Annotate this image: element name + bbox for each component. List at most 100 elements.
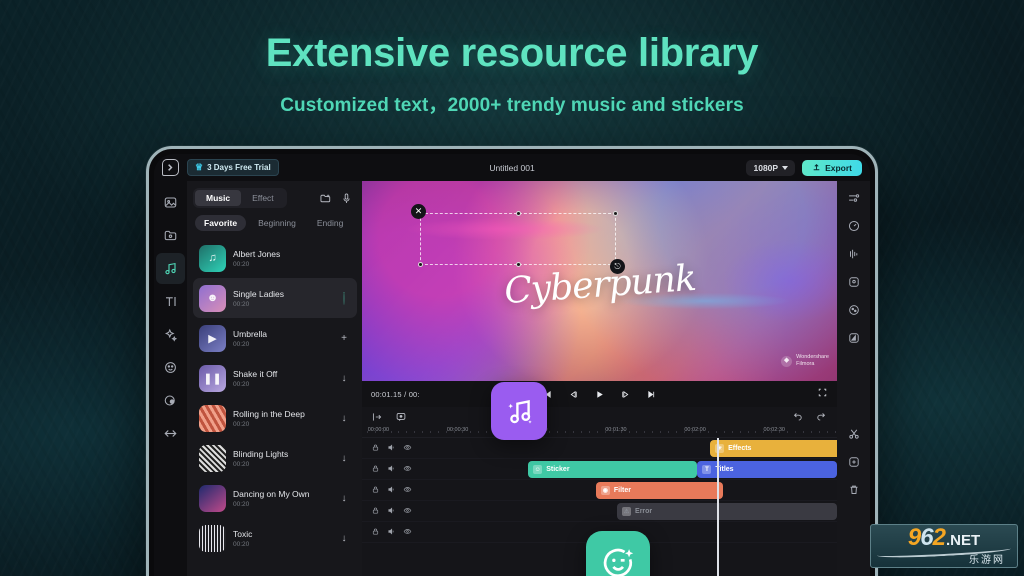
- timeline-clip[interactable]: ☀Effects: [710, 440, 837, 457]
- download-icon[interactable]: ↓: [337, 533, 351, 544]
- music-track-list[interactable]: ♫Albert Jones00:20☻Single Ladies00:20▶Um…: [187, 236, 362, 576]
- sidebar-item-media[interactable]: [156, 187, 185, 218]
- close-icon[interactable]: ✕: [411, 204, 426, 219]
- track-lane[interactable]: ⚠Error: [414, 501, 837, 521]
- video-preview[interactable]: Cyberpunk ✕ ⎋ ◆ Wondershare Filmora: [362, 181, 837, 381]
- lock-icon[interactable]: [371, 523, 380, 541]
- track-thumb-glyph: ☻: [207, 292, 219, 304]
- tool-adjust[interactable]: [843, 189, 865, 207]
- tool-mask[interactable]: [843, 329, 865, 347]
- download-icon[interactable]: ↓: [337, 373, 351, 384]
- lock-icon[interactable]: [371, 460, 380, 478]
- chip-beginning[interactable]: Beginning: [249, 215, 305, 231]
- play-icon[interactable]: [594, 389, 605, 400]
- eye-icon[interactable]: [403, 439, 412, 457]
- undo-icon[interactable]: [791, 411, 803, 423]
- timeline-clip[interactable]: ◉Filter: [596, 482, 723, 499]
- music-badge[interactable]: [491, 382, 547, 440]
- timeline-track-row[interactable]: ⚠Error: [362, 501, 837, 522]
- timeline-ruler[interactable]: 00:00:0000:00:3000:01:0000:01:3000:02:00…: [362, 426, 837, 438]
- sidebar-item-audio[interactable]: [156, 253, 185, 284]
- tool-speed[interactable]: [843, 217, 865, 235]
- timeline-clip[interactable]: ☺Sticker: [528, 461, 697, 478]
- handle-bottom-middle[interactable]: [516, 262, 521, 267]
- sidebar-item-split-screen[interactable]: [156, 418, 185, 449]
- ruler-tick-mark: [621, 431, 622, 433]
- mute-icon[interactable]: [387, 481, 396, 499]
- sticker-badge[interactable]: [586, 531, 650, 576]
- lock-icon[interactable]: [371, 502, 380, 520]
- chip-ending[interactable]: Ending: [308, 215, 352, 231]
- arrow-exchange-icon: [163, 426, 178, 441]
- tool-audio-mix[interactable]: [843, 245, 865, 263]
- handle-top-middle[interactable]: [516, 211, 521, 216]
- timeline-track-row[interactable]: ◉Filter: [362, 480, 837, 501]
- list-item[interactable]: Rolling in the Deep00:20↓: [193, 398, 357, 438]
- ruler-tick-mark: [819, 431, 820, 433]
- eye-icon[interactable]: [403, 502, 412, 520]
- record-icon[interactable]: [395, 411, 407, 423]
- download-icon[interactable]: ↓: [337, 493, 351, 504]
- clip-label: Effects: [728, 445, 751, 452]
- handle-bottom-left[interactable]: [418, 262, 423, 267]
- eye-icon[interactable]: [403, 460, 412, 478]
- rotate-handle-icon[interactable]: ⎋: [610, 259, 625, 274]
- lock-icon[interactable]: [371, 481, 380, 499]
- resolution-selector[interactable]: 1080P: [746, 160, 795, 176]
- sidebar-item-transitions[interactable]: [156, 385, 185, 416]
- tab-music[interactable]: Music: [195, 190, 241, 206]
- fullscreen-button[interactable]: [817, 385, 828, 403]
- home-icon[interactable]: [162, 159, 179, 176]
- export-button[interactable]: Export: [802, 160, 862, 176]
- sidebar-item-effects[interactable]: [156, 319, 185, 350]
- step-back-icon[interactable]: [568, 389, 579, 400]
- list-item[interactable]: ♫Albert Jones00:20: [193, 238, 357, 278]
- tool-crop[interactable]: [843, 273, 865, 291]
- timeline-track-row[interactable]: ☺StickerTTitles: [362, 459, 837, 480]
- track-lane[interactable]: ◉Filter: [414, 480, 837, 500]
- list-item[interactable]: Toxic00:20↓: [193, 518, 357, 558]
- track-lane[interactable]: ☀Effects: [414, 438, 837, 458]
- step-forward-icon[interactable]: [620, 389, 631, 400]
- tool-color[interactable]: [843, 301, 865, 319]
- mute-icon[interactable]: [387, 502, 396, 520]
- microphone-icon[interactable]: [340, 192, 353, 205]
- mute-icon[interactable]: [387, 460, 396, 478]
- timeline-clip[interactable]: ⚠Error: [617, 503, 837, 520]
- list-item[interactable]: ☻Single Ladies00:20: [193, 278, 357, 318]
- sidebar-item-titles[interactable]: [156, 286, 185, 317]
- list-item[interactable]: ❚❚Shake it Off00:20↓: [193, 358, 357, 398]
- redo-icon[interactable]: [816, 411, 828, 423]
- tool-add-clip[interactable]: [843, 453, 865, 471]
- tool-cut[interactable]: [843, 425, 865, 443]
- loading-spinner-icon[interactable]: [337, 293, 351, 304]
- list-item[interactable]: Dancing on My Own00:20↓: [193, 478, 357, 518]
- download-icon[interactable]: ↓: [337, 413, 351, 424]
- mute-icon[interactable]: [387, 523, 396, 541]
- track-lane[interactable]: ☺StickerTTitles: [414, 459, 837, 479]
- handle-top-right[interactable]: [613, 211, 618, 216]
- sidebar-item-folder[interactable]: [156, 220, 185, 251]
- free-trial-badge[interactable]: ♕ 3 Days Free Trial: [187, 159, 279, 176]
- ruler-tick-mark: [398, 431, 399, 433]
- text-selection-box[interactable]: ✕ ⎋: [420, 213, 616, 265]
- import-media-icon[interactable]: [371, 411, 383, 423]
- list-item[interactable]: Blinding Lights00:20↓: [193, 438, 357, 478]
- list-item[interactable]: ▶Umbrella00:20+: [193, 318, 357, 358]
- mute-icon[interactable]: [387, 439, 396, 457]
- tab-effect[interactable]: Effect: [241, 190, 285, 206]
- download-icon[interactable]: ↓: [337, 453, 351, 464]
- sidebar-item-stickers[interactable]: [156, 352, 185, 383]
- playhead[interactable]: [717, 438, 719, 576]
- eye-icon[interactable]: [403, 481, 412, 499]
- chip-favorite[interactable]: Favorite: [195, 215, 246, 231]
- timeline-track-row[interactable]: ☀Effects: [362, 438, 837, 459]
- lock-icon[interactable]: [371, 439, 380, 457]
- ruler-tick-mark: [692, 431, 693, 433]
- eye-icon[interactable]: [403, 523, 412, 541]
- import-folder-icon[interactable]: [319, 192, 332, 205]
- skip-end-icon[interactable]: [646, 389, 657, 400]
- tool-delete[interactable]: [843, 481, 865, 499]
- add-icon[interactable]: +: [337, 333, 351, 344]
- ruler-tick-mark: [454, 431, 455, 433]
